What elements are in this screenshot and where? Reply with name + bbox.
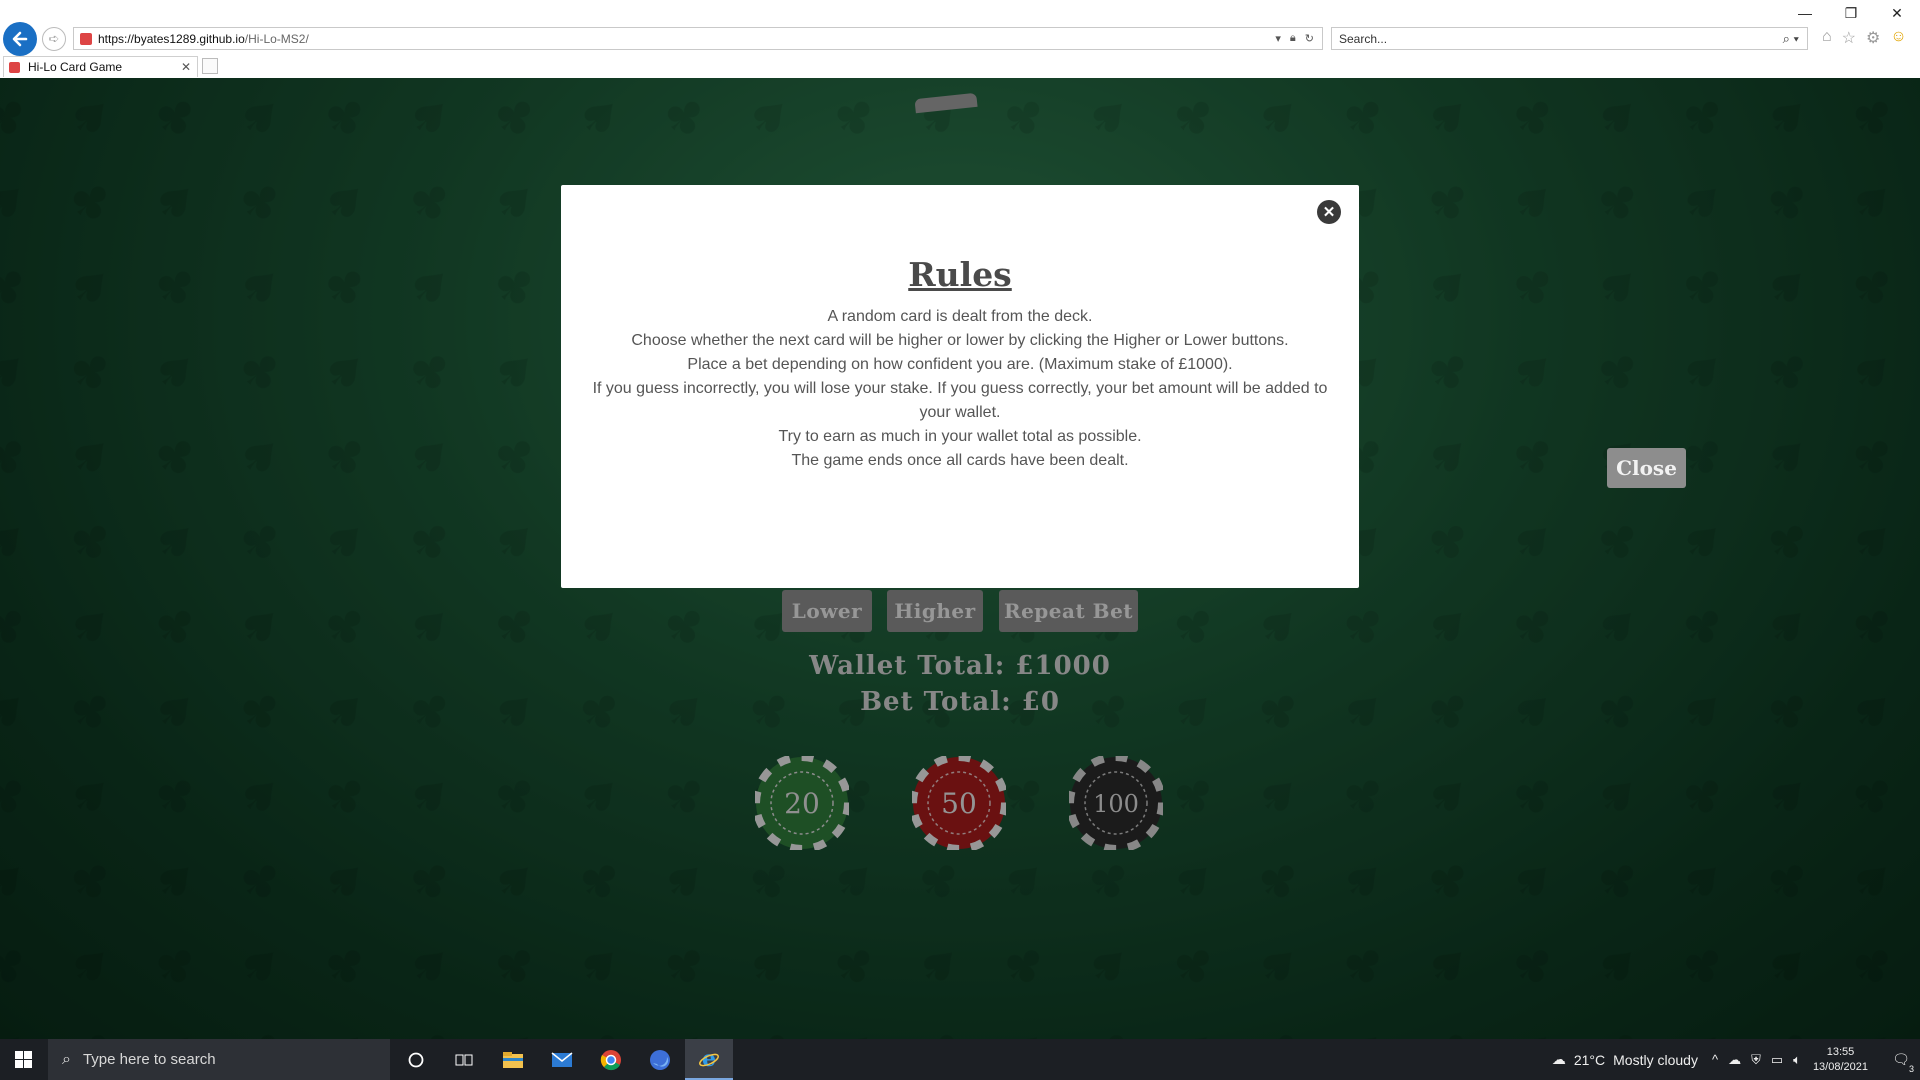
notification-icon: 🗨︎ xyxy=(1892,1051,1910,1067)
address-icons: ▾ 🔒︎ ↻ xyxy=(1275,32,1314,45)
rules-line: Choose whether the next card will be hig… xyxy=(631,332,1289,349)
forward-button[interactable]: ➪ xyxy=(42,27,66,51)
firefox-icon[interactable] xyxy=(636,1039,684,1080)
back-button[interactable] xyxy=(3,22,37,56)
network-icon[interactable]: ▭ xyxy=(1771,1052,1783,1068)
rules-line: The game ends once all cards have been d… xyxy=(791,452,1129,469)
minimize-button[interactable]: — xyxy=(1782,0,1828,26)
cloud-icon: ☁ xyxy=(1551,1051,1566,1067)
windows-logo-icon xyxy=(14,1051,32,1068)
toolbar-icons: ⌂ ☆ ⚙ ☺ xyxy=(1822,28,1907,48)
file-explorer-icon[interactable] xyxy=(489,1039,537,1080)
star-icon[interactable]: ☆ xyxy=(1842,28,1856,48)
search-icon: ⌕ xyxy=(62,1050,71,1068)
search-icon[interactable]: ⌕ ▾ xyxy=(1783,31,1799,47)
close-window-button[interactable]: ✕ xyxy=(1874,0,1920,26)
url-text[interactable]: https://byates1289.github.io/Hi-Lo-MS2/ xyxy=(98,32,1275,46)
tray-icons: ^ ☁ ⛨ ▭ 🔈︎ xyxy=(1712,1052,1801,1068)
notification-count: 3 xyxy=(1908,1064,1914,1074)
start-button[interactable] xyxy=(0,1039,46,1080)
lock-icon[interactable]: 🔒︎ xyxy=(1290,32,1296,45)
smiley-icon[interactable]: ☺ xyxy=(1890,28,1906,48)
url-host: https://byates1289.github.io xyxy=(98,31,245,46)
notification-center-button[interactable]: 🗨︎ 3 xyxy=(1882,1039,1920,1080)
rules-line: If you guess incorrectly, you will lose … xyxy=(592,380,1328,421)
chevron-up-icon[interactable]: ^ xyxy=(1712,1052,1718,1068)
browser-tab[interactable]: Hi-Lo Card Game ✕ xyxy=(3,56,198,77)
clock-time: 13:55 xyxy=(1826,1045,1855,1058)
tab-title: Hi-Lo Card Game xyxy=(28,60,123,74)
restore-button[interactable]: ❐ xyxy=(1828,0,1874,26)
dropdown-icon[interactable]: ▾ xyxy=(1275,32,1281,45)
chrome-icon[interactable] xyxy=(587,1039,635,1080)
taskbar-search-placeholder: Type here to search xyxy=(82,1051,216,1068)
back-arrow-icon xyxy=(12,31,28,47)
close-button[interactable]: Close xyxy=(1607,448,1686,488)
rules-line: Try to earn as much in your wallet total… xyxy=(778,428,1142,445)
close-icon[interactable]: ✕ xyxy=(1317,200,1341,224)
clock-date: 13/08/2021 xyxy=(1812,1060,1868,1073)
modal-title: Rules xyxy=(908,255,1012,294)
new-tab-button[interactable] xyxy=(202,58,218,74)
forward-arrow-icon: ➪ xyxy=(48,31,60,46)
weather-widget[interactable]: ☁ 21°C Mostly cloudy xyxy=(1552,1051,1698,1068)
taskbar-search[interactable]: ⌕ Type here to search xyxy=(48,1039,390,1080)
window-controls: — ❐ ✕ xyxy=(1782,0,1920,26)
rules-modal: ✕ Rules A random card is dealt from the … xyxy=(561,185,1359,588)
system-tray: ☁ 21°C Mostly cloudy ^ ☁ ⛨ ▭ 🔈︎ 13:55 13… xyxy=(1552,1039,1920,1080)
rules-line: Place a bet depending on how confident y… xyxy=(687,356,1233,373)
taskbar: ⌕ Type here to search e ☁ 21°C Mostly cl… xyxy=(0,1039,1920,1080)
clock[interactable]: 13:55 13/08/2021 xyxy=(1813,1045,1868,1075)
security-icon[interactable]: ⛨ xyxy=(1751,1052,1761,1068)
gear-icon[interactable]: ⚙ xyxy=(1866,28,1880,48)
rules-text: A random card is dealt from the deck. Ch… xyxy=(589,305,1331,473)
weather-temp: 21°C xyxy=(1573,1051,1606,1068)
mail-icon[interactable] xyxy=(538,1039,586,1080)
home-icon[interactable]: ⌂ xyxy=(1822,28,1832,48)
weather-desc: Mostly cloudy xyxy=(1613,1051,1698,1068)
tab-close-icon[interactable]: ✕ xyxy=(181,60,191,74)
browser-search-box[interactable]: Search... ⌕ ▾ xyxy=(1331,27,1808,50)
internet-explorer-icon[interactable]: e xyxy=(685,1039,733,1080)
onedrive-icon[interactable]: ☁ xyxy=(1728,1052,1741,1068)
url-path: /Hi-Lo-MS2/ xyxy=(244,31,309,46)
tab-favicon-icon xyxy=(9,61,20,73)
rules-line: A random card is dealt from the deck. xyxy=(827,308,1093,325)
browser-search-placeholder: Search... xyxy=(1339,31,1388,46)
task-view-icon[interactable] xyxy=(440,1039,488,1080)
site-favicon-icon xyxy=(80,32,92,45)
refresh-icon[interactable]: ↻ xyxy=(1305,32,1314,45)
address-bar[interactable]: https://byates1289.github.io/Hi-Lo-MS2/ … xyxy=(73,27,1323,50)
cortana-icon[interactable] xyxy=(392,1039,440,1080)
browser-chrome: — ❐ ✕ ➪ https://byates1289.github.io/Hi-… xyxy=(0,0,1920,79)
volume-icon[interactable]: 🔈︎ xyxy=(1793,1052,1801,1068)
game-page: ♣ ♠ Lower Higher Repeat Bet Wallet Total… xyxy=(0,78,1920,1039)
